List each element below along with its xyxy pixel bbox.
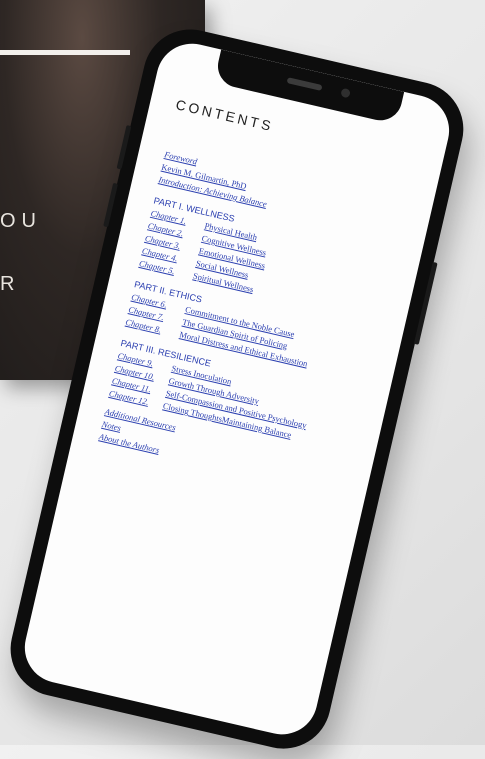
power-button xyxy=(413,261,438,345)
cover-text-line-2: R xyxy=(0,273,21,295)
cover-text-line-1: OU xyxy=(0,210,42,232)
table-of-contents: CONTENTS Foreword Kevin M. Gilmartin, Ph… xyxy=(98,96,431,501)
camera-icon xyxy=(340,87,351,99)
cover-rule xyxy=(0,50,130,55)
speaker-icon xyxy=(286,77,323,91)
